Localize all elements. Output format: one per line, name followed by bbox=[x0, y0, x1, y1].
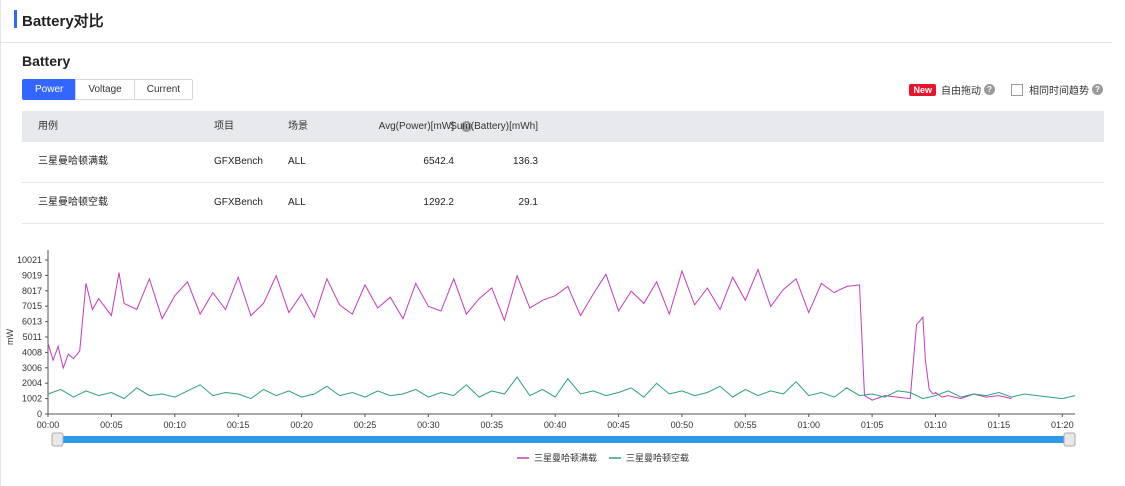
column-header: 用例 bbox=[38, 121, 58, 132]
y-tick-label: 9019 bbox=[22, 270, 42, 280]
x-tick-label: 01:15 bbox=[988, 420, 1011, 430]
table-cell: 29.1 bbox=[518, 197, 538, 208]
x-tick-label: 00:35 bbox=[480, 420, 503, 430]
title-accent-bar bbox=[14, 10, 17, 28]
tab-power[interactable]: Power bbox=[22, 79, 77, 100]
table-cell: ALL bbox=[288, 156, 306, 167]
column-header: 项目 bbox=[214, 121, 234, 132]
page-title: Battery对比 bbox=[22, 13, 104, 30]
legend-label: 三星曼哈顿满载 bbox=[534, 452, 597, 463]
x-tick-label: 00:10 bbox=[164, 420, 187, 430]
table-cell: 1292.2 bbox=[423, 197, 454, 208]
y-tick-label: 3006 bbox=[22, 363, 42, 373]
table-row: 三星曼哈顿满载 GFXBench ALL 6542.4 136.3 bbox=[22, 142, 1104, 183]
x-tick-label: 00:20 bbox=[290, 420, 313, 430]
y-tick-label: 0 bbox=[37, 409, 42, 419]
page-header: Battery对比 bbox=[0, 0, 1112, 43]
column-header: Avg(Power)[mW] bbox=[378, 121, 454, 132]
y-tick-label: 8017 bbox=[22, 286, 42, 296]
same-time-trend-label[interactable]: 相同时间趋势 bbox=[1029, 82, 1089, 97]
y-tick-label: 5011 bbox=[23, 332, 42, 342]
y-tick-label: 7015 bbox=[22, 301, 42, 311]
y-axis-label: mW bbox=[5, 329, 15, 345]
power-line-chart: 0 1002 2004 3006 4008 5011 6013 7015 8017 9019 100… bbox=[5, 250, 1076, 463]
summary-table: 用例 项目 场景 Avg(Power)[mW] ? Sum(Battery)[m… bbox=[22, 111, 1104, 224]
x-tick-label: 00:40 bbox=[544, 420, 567, 430]
table-cell: 6542.4 bbox=[423, 156, 454, 167]
x-tick-label: 00:25 bbox=[354, 420, 377, 430]
x-tick-label: 01:00 bbox=[797, 420, 820, 430]
x-tick-label: 00:15 bbox=[227, 420, 250, 430]
y-tick-label: 6013 bbox=[22, 317, 42, 327]
tab-current[interactable]: Current bbox=[133, 79, 194, 100]
table-cell: 三星曼哈顿空载 bbox=[38, 197, 108, 208]
chart-options: New 自由拖动 ? 相同时间趋势 ? bbox=[909, 82, 1103, 97]
series-line-2 bbox=[47, 376, 1076, 400]
table-row: 三星曼哈顿空载 GFXBench ALL 1292.2 29.1 bbox=[22, 183, 1104, 224]
legend-label: 三星曼哈顿空载 bbox=[626, 452, 689, 463]
table-cell: GFXBench bbox=[214, 156, 263, 167]
column-header: Sum(Battery)[mWh] bbox=[450, 121, 538, 132]
y-tick-label: 4008 bbox=[22, 347, 42, 357]
new-badge: New bbox=[909, 83, 936, 96]
tab-voltage[interactable]: Voltage bbox=[75, 79, 135, 100]
y-tick-label: 10021 bbox=[17, 255, 42, 265]
slider-left-handle[interactable] bbox=[51, 432, 64, 447]
slider-right-handle[interactable] bbox=[1063, 432, 1076, 447]
table-cell: ALL bbox=[288, 197, 306, 208]
column-header: 场景 bbox=[288, 121, 308, 132]
x-tick-label: 01:05 bbox=[861, 420, 884, 430]
x-tick-label: 01:20 bbox=[1051, 420, 1074, 430]
table-header: 用例 项目 场景 Avg(Power)[mW] ? Sum(Battery)[m… bbox=[22, 111, 1104, 142]
x-tick-label: 00:45 bbox=[607, 420, 630, 430]
x-tick-label: 00:50 bbox=[671, 420, 694, 430]
metric-tabs: Power Voltage Current bbox=[22, 79, 194, 100]
y-tick-label: 2004 bbox=[22, 378, 42, 388]
time-range-slider bbox=[58, 436, 1070, 443]
free-drag-label[interactable]: 自由拖动 bbox=[941, 82, 981, 97]
x-tick-label: 00:55 bbox=[734, 420, 757, 430]
x-tick-label: 00:00 bbox=[37, 420, 60, 430]
same-time-trend-checkbox[interactable] bbox=[1011, 83, 1023, 96]
series-line-1 bbox=[47, 268, 1012, 401]
y-tick-label: 1002 bbox=[22, 394, 42, 404]
x-tick-label: 00:30 bbox=[417, 420, 440, 430]
table-cell: 136.3 bbox=[512, 156, 538, 167]
x-tick-label: 01:10 bbox=[924, 420, 947, 430]
table-cell: GFXBench bbox=[214, 197, 263, 208]
help-icon[interactable]: ? bbox=[1092, 84, 1103, 95]
section-title: Battery bbox=[22, 53, 71, 69]
table-cell: 三星曼哈顿满载 bbox=[38, 156, 108, 167]
help-icon[interactable]: ? bbox=[984, 84, 995, 95]
x-tick-label: 00:05 bbox=[100, 420, 123, 430]
